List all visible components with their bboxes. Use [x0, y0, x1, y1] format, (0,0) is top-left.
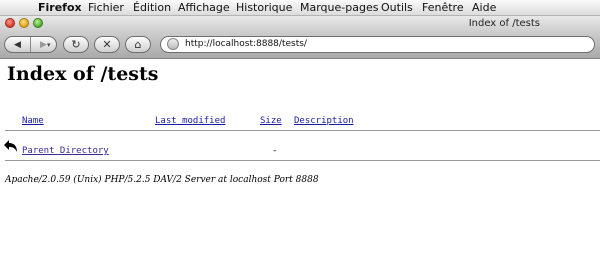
header-divider	[5, 130, 600, 131]
menu-app-firefox[interactable]: Firefox	[38, 0, 82, 15]
menu-fichier[interactable]: Fichier	[88, 0, 124, 15]
menu-fenetre[interactable]: Fenêtre	[422, 0, 464, 15]
menu-edition[interactable]: Édition	[133, 0, 171, 15]
menu-aide[interactable]: Aide	[472, 0, 496, 15]
listing-divider	[5, 160, 600, 161]
column-header-last-modified[interactable]: Last modified	[155, 115, 225, 127]
column-header-size[interactable]: Size	[260, 115, 282, 127]
page-title: Index of /tests	[7, 63, 159, 85]
column-header-description[interactable]: Description	[294, 115, 354, 127]
history-dropdown-icon[interactable]: ▾	[47, 41, 51, 49]
back-arrow-icon: ◀	[14, 39, 21, 50]
parent-directory-size: -	[272, 146, 278, 156]
reload-button[interactable]: ↻	[63, 36, 89, 53]
navigation-toolbar: ◀ ▶ ▾ ↻ ✕ ⌂ http://localhost:8888/tests/	[0, 31, 600, 59]
menu-historique[interactable]: Historique	[236, 0, 292, 15]
menu-outils[interactable]: Outils	[381, 0, 413, 15]
back-arrow-icon	[4, 140, 17, 152]
page-content: Index of /tests Name Last modified Size …	[0, 59, 600, 269]
minimize-window-button[interactable]	[19, 18, 29, 28]
forward-button[interactable]: ▶	[31, 37, 56, 52]
server-signature: Apache/2.0.59 (Unix) PHP/5.2.5 DAV/2 Ser…	[5, 175, 319, 185]
parent-directory-link[interactable]: Parent Directory	[22, 145, 109, 157]
home-button[interactable]: ⌂	[125, 36, 151, 53]
menu-bar: Firefox Fichier Édition Affichage Histor…	[0, 0, 600, 16]
menu-marque-pages[interactable]: Marque-pages	[300, 0, 378, 15]
zoom-window-button[interactable]	[33, 18, 43, 28]
menu-affichage[interactable]: Affichage	[178, 0, 230, 15]
back-button[interactable]: ◀	[5, 37, 31, 52]
address-bar[interactable]: http://localhost:8888/tests/	[160, 36, 595, 53]
column-header-name[interactable]: Name	[22, 115, 44, 127]
address-url[interactable]: http://localhost:8888/tests/	[185, 37, 307, 52]
window-title: Index of /tests	[468, 18, 540, 29]
forward-arrow-icon: ▶	[40, 39, 47, 50]
stop-icon: ✕	[102, 38, 112, 51]
reload-icon: ↻	[71, 38, 81, 51]
home-icon: ⌂	[134, 38, 142, 51]
stop-button[interactable]: ✕	[94, 36, 120, 53]
window-title-bar: Index of /tests	[0, 16, 600, 31]
site-identity-icon[interactable]	[167, 38, 179, 50]
close-window-button[interactable]	[5, 18, 15, 28]
